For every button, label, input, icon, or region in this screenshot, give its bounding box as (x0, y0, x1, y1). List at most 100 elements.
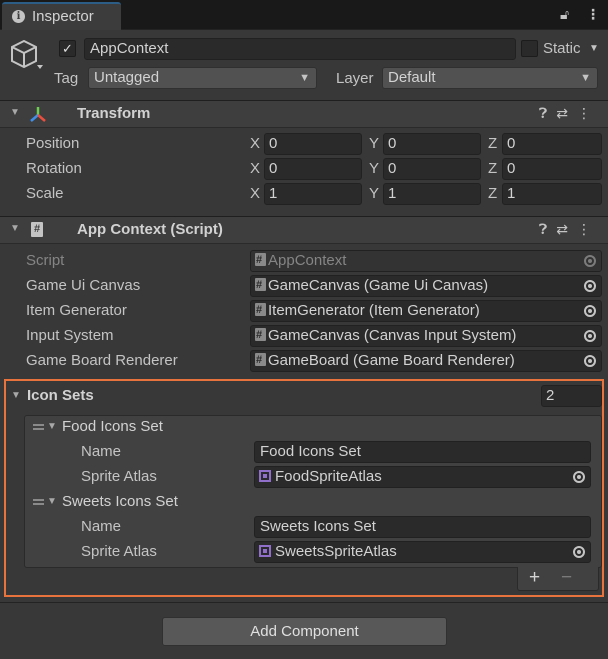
foldout-arrow-icon[interactable]: ▼ (47, 496, 57, 507)
object-picker-icon[interactable] (584, 305, 596, 317)
script-icon (255, 350, 266, 370)
axis-z-label: Z (488, 135, 498, 152)
tag-dropdown[interactable]: Untagged ▼ (88, 67, 317, 89)
sprite-atlas-field[interactable]: FoodSpriteAtlas (254, 466, 591, 488)
object-picker-icon[interactable] (584, 330, 596, 342)
context-menu-icon[interactable]: ⋮ (577, 105, 600, 121)
scale-z-field[interactable]: 1 (502, 183, 602, 205)
scale-label: Scale (26, 185, 64, 202)
sprite-atlas-value: FoodSpriteAtlas (275, 468, 382, 485)
context-menu-icon[interactable]: ⋮ (577, 221, 600, 237)
add-component-button[interactable]: Add Component (162, 617, 447, 646)
kebab-menu-icon[interactable]: ⋮ (586, 6, 600, 23)
item-generator-field[interactable]: ItemGenerator (Item Generator) (250, 300, 602, 322)
game-board-renderer-field[interactable]: GameBoard (Game Board Renderer) (250, 350, 602, 372)
sprite-atlas-value: SweetsSpriteAtlas (275, 543, 397, 560)
info-icon: i (12, 10, 25, 23)
presets-icon[interactable]: ⇄ (556, 221, 577, 237)
layer-label: Layer (336, 70, 374, 87)
game-ui-canvas-field[interactable]: GameCanvas (Game Ui Canvas) (250, 275, 602, 297)
tag-label: Tag (54, 70, 79, 87)
axis-y-label: Y (369, 135, 380, 152)
help-icon[interactable]: ❓︎ (539, 105, 556, 121)
header-icons: ❓︎⇄⋮ (539, 105, 600, 122)
script-reference-value: AppContext (268, 252, 347, 269)
static-dropdown-icon[interactable]: ▼ (589, 43, 599, 54)
game-ui-canvas-label: Game Ui Canvas (26, 277, 141, 294)
rotation-y-field[interactable]: 0 (383, 158, 481, 180)
foldout-arrow-icon[interactable]: ▼ (47, 421, 57, 432)
remove-element-button[interactable]: − (561, 567, 572, 589)
drag-handle-icon[interactable] (33, 499, 44, 505)
chevron-down-icon: ▼ (299, 72, 310, 84)
script-reference-field: AppContext (250, 250, 602, 272)
sprite-atlas-icon (259, 470, 271, 482)
rotation-z-field[interactable]: 0 (502, 158, 602, 180)
item-generator-label: Item Generator (26, 302, 127, 319)
transform-header[interactable]: ▼ Transform ❓︎⇄⋮ (0, 100, 608, 128)
input-system-value: GameCanvas (Canvas Input System) (268, 327, 517, 344)
divider (0, 602, 608, 603)
chevron-down-icon: ▼ (580, 72, 591, 84)
icon-sets-title: Icon Sets (27, 387, 94, 404)
foldout-arrow-icon[interactable]: ▼ (10, 107, 20, 118)
transform-title: Transform (77, 105, 151, 122)
object-picker-icon[interactable] (584, 355, 596, 367)
sprite-atlas-icon (259, 545, 271, 557)
tag-value: Untagged (94, 69, 160, 86)
axis-x-label: X (250, 185, 261, 202)
gameobject-name-input[interactable]: AppContext (84, 38, 516, 60)
sprite-atlas-field[interactable]: SweetsSpriteAtlas (254, 541, 591, 563)
rotation-label: Rotation (26, 160, 82, 177)
sprite-atlas-label: Sprite Atlas (81, 543, 157, 560)
position-label: Position (26, 135, 80, 152)
header-icons: ❓︎⇄⋮ (539, 221, 600, 238)
object-picker-icon[interactable] (584, 280, 596, 292)
add-element-button[interactable]: + (529, 567, 540, 589)
layer-dropdown[interactable]: Default ▼ (382, 67, 598, 89)
axis-x-label: X (250, 160, 261, 177)
name-input[interactable]: Food Icons Set (254, 441, 591, 463)
item-generator-value: ItemGenerator (Item Generator) (268, 302, 480, 319)
static-checkbox[interactable] (521, 40, 538, 57)
game-ui-canvas-value: GameCanvas (Game Ui Canvas) (268, 277, 489, 294)
game-board-renderer-label: Game Board Renderer (26, 352, 178, 369)
input-system-field[interactable]: GameCanvas (Canvas Input System) (250, 325, 602, 347)
script-title: App Context (Script) (77, 221, 223, 238)
foldout-arrow-icon[interactable]: ▼ (10, 223, 20, 234)
script-icon (255, 275, 266, 295)
scale-y-field[interactable]: 1 (383, 183, 481, 205)
scale-x-field[interactable]: 1 (264, 183, 362, 205)
name-label: Name (81, 518, 122, 535)
rotation-x-field[interactable]: 0 (264, 158, 362, 180)
layer-value: Default (388, 69, 436, 86)
input-system-label: Input System (26, 327, 114, 344)
active-checkbox[interactable]: ✓ (59, 40, 76, 57)
object-picker-icon[interactable] (573, 471, 585, 483)
axis-z-label: Z (488, 185, 498, 202)
tab-inspector[interactable]: i Inspector (2, 2, 121, 30)
script-component-header[interactable]: ▼ # App Context (Script) ❓︎⇄⋮ (0, 216, 608, 244)
game-board-renderer-value: GameBoard (Game Board Renderer) (268, 352, 515, 369)
axis-z-label: Z (488, 160, 498, 177)
static-label: Static (543, 40, 581, 57)
position-x-field[interactable]: 0 (264, 133, 362, 155)
help-icon[interactable]: ❓︎ (539, 221, 556, 237)
list-element-header: Sweets Icons Set (62, 493, 178, 510)
foldout-arrow-icon[interactable]: ▼ (11, 390, 21, 401)
script-field-label: Script (26, 252, 65, 269)
object-picker-icon[interactable] (573, 546, 585, 558)
list-element-header: Food Icons Set (62, 418, 163, 435)
lock-icon[interactable]: 🔓︎ (560, 6, 569, 23)
position-y-field[interactable]: 0 (383, 133, 481, 155)
name-label: Name (81, 443, 122, 460)
script-icon (255, 250, 266, 270)
script-icon: # (31, 222, 43, 237)
script-icon (255, 325, 266, 345)
position-z-field[interactable]: 0 (502, 133, 602, 155)
icon-sets-size-field[interactable]: 2 (541, 385, 602, 407)
sprite-atlas-label: Sprite Atlas (81, 468, 157, 485)
drag-handle-icon[interactable] (33, 424, 44, 430)
presets-icon[interactable]: ⇄ (556, 105, 577, 121)
name-input[interactable]: Sweets Icons Set (254, 516, 591, 538)
